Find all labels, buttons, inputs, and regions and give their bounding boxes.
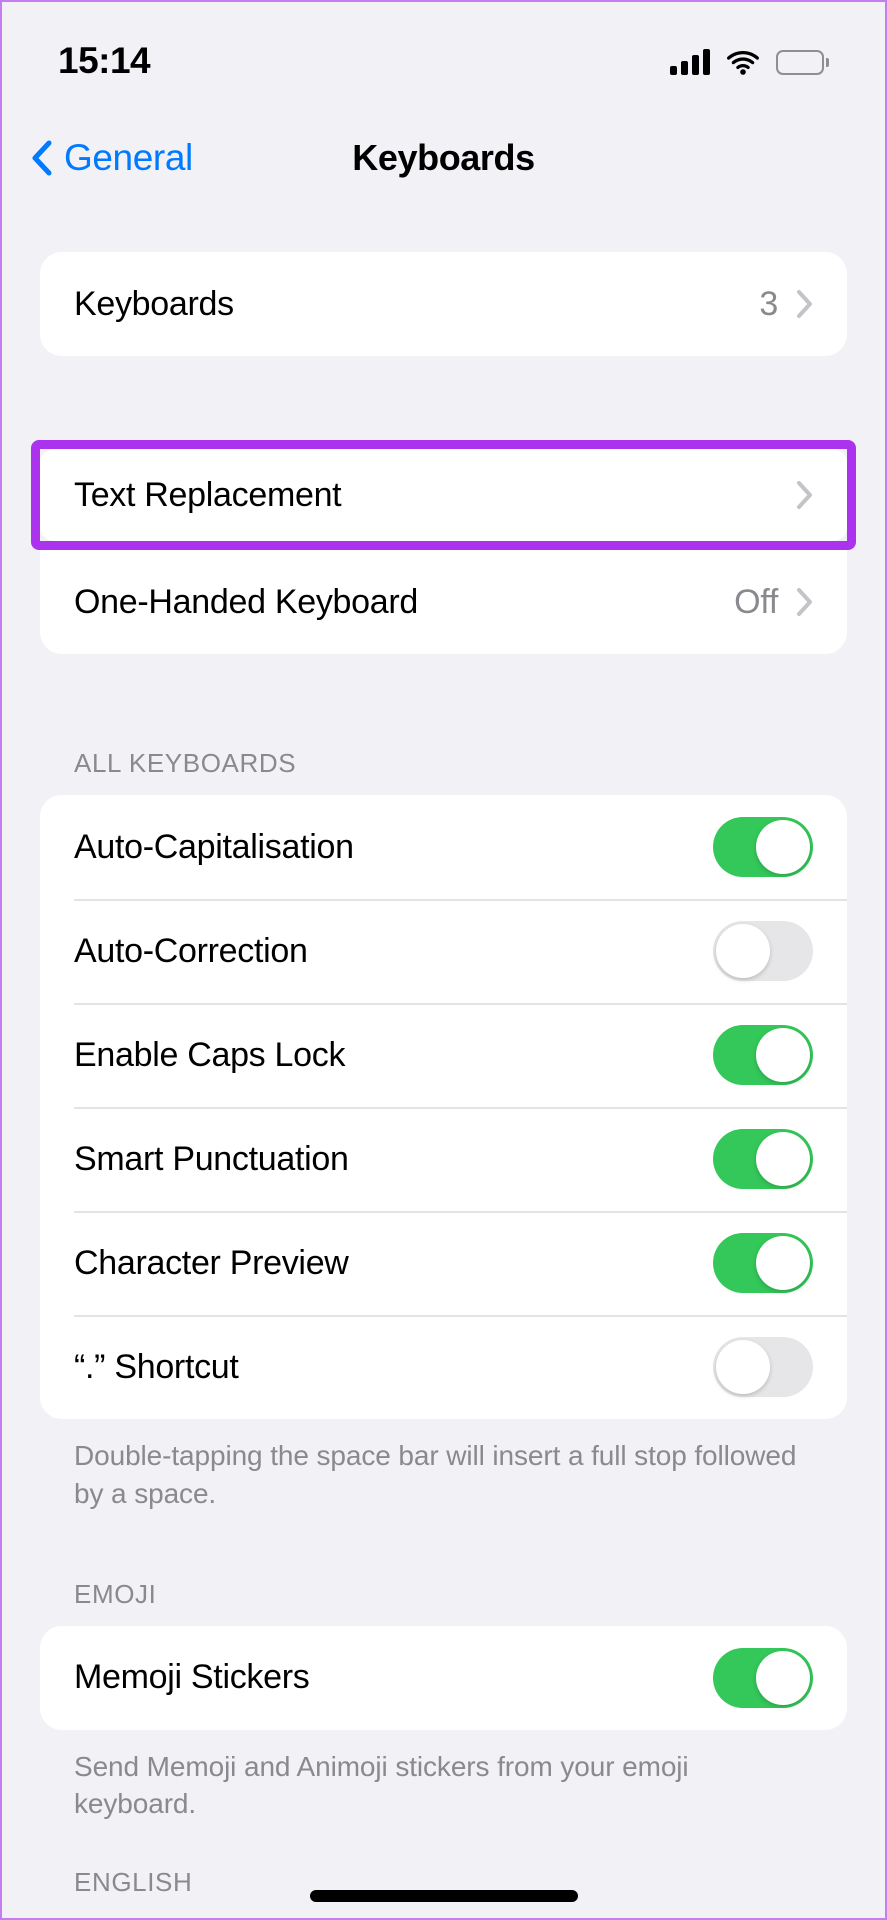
- row-auto-capitalisation[interactable]: Auto-Capitalisation: [40, 795, 847, 899]
- row-period-shortcut[interactable]: “.” Shortcut: [40, 1315, 847, 1419]
- row-period-shortcut-label: “.” Shortcut: [74, 1347, 239, 1386]
- row-smart-punctuation[interactable]: Smart Punctuation: [40, 1107, 847, 1211]
- row-keyboards[interactable]: Keyboards 3: [40, 252, 847, 356]
- row-one-handed-keyboard-value: Off: [734, 582, 778, 621]
- toggle-enable-caps-lock[interactable]: [713, 1025, 813, 1085]
- toggle-character-preview[interactable]: [713, 1233, 813, 1293]
- row-keyboards-label: Keyboards: [74, 284, 234, 323]
- row-text-replacement[interactable]: Text Replacement: [40, 449, 847, 541]
- text-replacement-group: Text Replacement: [40, 449, 847, 541]
- chevron-right-icon: [796, 480, 813, 510]
- section-header-all-keyboards: ALL KEYBOARDS: [74, 748, 297, 778]
- row-auto-correction[interactable]: Auto-Correction: [40, 899, 847, 1003]
- text-replacement-highlight: Text Replacement: [31, 440, 856, 550]
- row-auto-capitalisation-label: Auto-Capitalisation: [74, 827, 354, 866]
- row-memoji-stickers-label: Memoji Stickers: [74, 1658, 310, 1697]
- row-enable-caps-lock[interactable]: Enable Caps Lock: [40, 1003, 847, 1107]
- row-text-replacement-label: Text Replacement: [74, 475, 342, 514]
- row-character-preview-label: Character Preview: [74, 1243, 349, 1282]
- emoji-group: Memoji Stickers: [40, 1625, 847, 1730]
- footer-all-keyboards: Double-tapping the space bar will insert…: [74, 1440, 797, 1509]
- chevron-right-icon: [796, 587, 813, 617]
- row-enable-caps-lock-label: Enable Caps Lock: [74, 1035, 346, 1074]
- navigation-bar: General Keyboards: [2, 112, 885, 204]
- cellular-bars-icon: [670, 49, 710, 75]
- back-button-label: General: [64, 137, 193, 178]
- settings-list: Keyboards 3 Text Replacement One-Handed …: [2, 204, 885, 1914]
- row-one-handed-keyboard-label: One-Handed Keyboard: [74, 582, 418, 621]
- one-handed-group: One-Handed Keyboard Off: [40, 550, 847, 654]
- toggle-auto-capitalisation[interactable]: [713, 817, 813, 877]
- status-icons: [670, 49, 829, 75]
- row-auto-correction-label: Auto-Correction: [74, 931, 308, 970]
- toggle-auto-correction[interactable]: [713, 921, 813, 981]
- row-smart-punctuation-label: Smart Punctuation: [74, 1139, 349, 1178]
- home-indicator[interactable]: [309, 1890, 578, 1902]
- wifi-icon: [726, 49, 760, 75]
- toggle-period-shortcut[interactable]: [713, 1337, 813, 1397]
- row-one-handed-keyboard[interactable]: One-Handed Keyboard Off: [40, 550, 847, 654]
- footer-emoji: Send Memoji and Animoji stickers from yo…: [74, 1750, 689, 1820]
- chevron-right-icon: [796, 289, 813, 319]
- section-header-emoji: EMOJI: [74, 1578, 157, 1609]
- row-memoji-stickers[interactable]: Memoji Stickers: [40, 1625, 847, 1730]
- row-character-preview[interactable]: Character Preview: [40, 1211, 847, 1315]
- status-time: 15:14: [58, 40, 151, 81]
- back-button[interactable]: General: [30, 137, 193, 179]
- battery-icon: [776, 49, 829, 75]
- status-bar: 15:14: [2, 2, 885, 112]
- all-keyboards-group: Auto-Capitalisation Auto-Correction Enab…: [40, 795, 847, 1419]
- iphone-screen: 15:14 General Keyboards Keyboards 3 Text…: [0, 0, 887, 1920]
- row-keyboards-value: 3: [759, 284, 778, 323]
- toggle-memoji-stickers[interactable]: [713, 1647, 813, 1708]
- toggle-smart-punctuation[interactable]: [713, 1129, 813, 1189]
- chevron-left-icon: [30, 140, 52, 176]
- keyboards-group: Keyboards 3: [40, 252, 847, 356]
